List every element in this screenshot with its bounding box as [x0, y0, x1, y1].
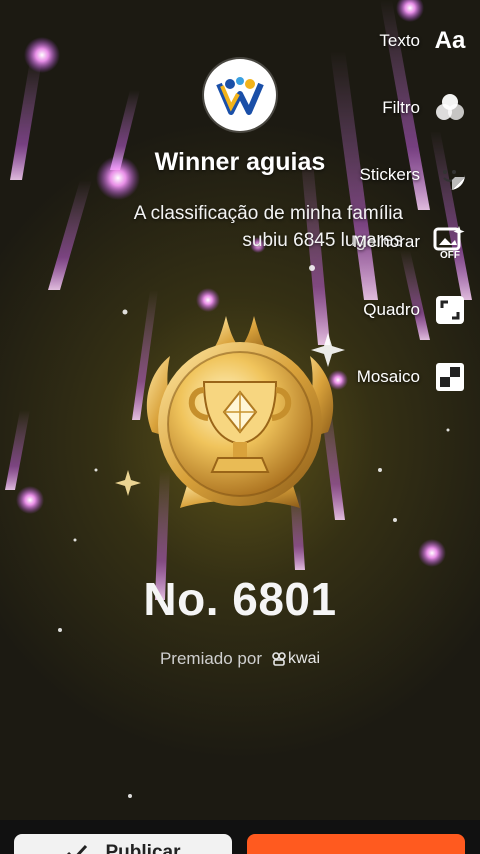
tool-frame-label: Quadro: [363, 300, 420, 319]
sticker-smile-icon: [432, 157, 468, 193]
media-preview: Winner aguias A classificação de minha f…: [0, 0, 480, 854]
avatar[interactable]: [204, 59, 276, 131]
family-logo-icon: [210, 65, 270, 125]
text-aa-icon: Aa: [432, 23, 468, 59]
tool-mosaic-label: Mosaico: [356, 367, 420, 386]
kwai-brand-text: kwai: [288, 650, 321, 667]
kwai-icon: [272, 652, 286, 666]
next-button[interactable]: [247, 834, 465, 854]
tool-enhance-label: Melhorar: [352, 232, 420, 251]
tool-stickers[interactable]: Stickers: [360, 155, 468, 195]
trophy-medal-icon: [146, 316, 334, 508]
tool-filter-label: Filtro: [382, 98, 420, 117]
publish-button-label: Publicar: [105, 842, 181, 854]
text-aa-glyph: Aa: [434, 27, 466, 54]
kwai-logo: kwai: [272, 650, 320, 668]
tool-enhance[interactable]: Melhorar OFF: [353, 222, 468, 262]
tool-mosaic[interactable]: Mosaico: [357, 357, 468, 397]
enhance-off-icon: OFF: [432, 224, 468, 260]
tool-filter[interactable]: Filtro: [382, 88, 468, 128]
awarded-by-label: Premiado por: [159, 649, 263, 668]
tool-text-label: Texto: [379, 31, 420, 50]
publish-button[interactable]: Publicar: [14, 834, 232, 854]
check-icon: [66, 842, 88, 854]
tool-frame[interactable]: Quadro: [363, 290, 468, 330]
filter-circles-icon: [432, 90, 468, 126]
awarded-by: Premiado por kwai: [0, 649, 480, 669]
mosaic-icon: [432, 359, 468, 395]
tool-text[interactable]: Texto Aa: [379, 21, 468, 61]
enhance-off-badge: OFF: [440, 250, 460, 259]
tool-stickers-label: Stickers: [359, 165, 420, 184]
frame-expand-icon: [432, 292, 468, 328]
rank-number: No. 6801: [143, 573, 337, 625]
